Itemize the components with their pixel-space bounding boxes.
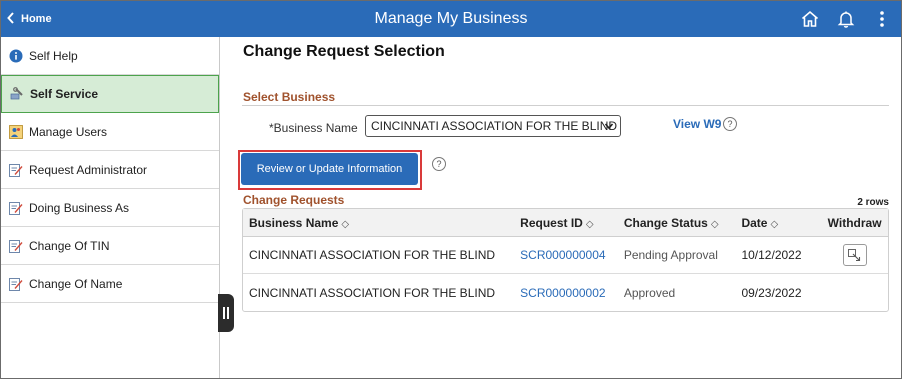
sidebar-nav: Self Help Self Service Manage Users Requ… bbox=[1, 37, 220, 378]
sort-icon: ◇ bbox=[341, 218, 350, 230]
sort-icon: ◇ bbox=[770, 218, 779, 230]
sidebar-item-request-administrator[interactable]: Request Administrator bbox=[1, 151, 219, 189]
column-header-date[interactable]: Date ◇ bbox=[741, 216, 821, 230]
cell-business-name: CINCINNATI ASSOCIATION FOR THE BLIND bbox=[249, 285, 496, 300]
sidebar-item-label: Self Service bbox=[30, 87, 99, 101]
bell-icon[interactable] bbox=[836, 9, 856, 29]
sidebar-item-label: Doing Business As bbox=[29, 200, 130, 215]
edit-icon bbox=[9, 163, 23, 177]
withdraw-icon bbox=[848, 248, 861, 261]
table-row: CINCINNATI ASSOCIATION FOR THE BLIND SCR… bbox=[243, 237, 888, 274]
sidebar-item-label: Self Help bbox=[29, 48, 78, 63]
sidebar-item-change-of-name[interactable]: Change Of Name bbox=[1, 265, 219, 303]
change-requests-table: Business Name ◇ Request ID ◇ Change Status… bbox=[242, 208, 889, 312]
users-icon bbox=[9, 124, 23, 139]
cell-change-status: Pending Approval bbox=[623, 248, 718, 262]
change-requests-section-title: Change Requests bbox=[243, 193, 345, 207]
app-title: Manage My Business bbox=[374, 10, 528, 27]
view-w9-link[interactable]: View W9 bbox=[673, 117, 721, 131]
withdraw-button[interactable] bbox=[842, 244, 867, 266]
chevron-down-icon bbox=[604, 119, 614, 136]
page-title: Change Request Selection bbox=[243, 43, 445, 60]
business-name-select[interactable]: CINCINNATI ASSOCIATION FOR THE BLIND bbox=[365, 115, 621, 137]
review-or-update-button[interactable]: Review or Update Information bbox=[241, 153, 418, 185]
help-icon[interactable]: ? bbox=[432, 157, 446, 171]
sort-icon: ◇ bbox=[710, 218, 719, 230]
top-header: Home Manage My Business bbox=[1, 1, 901, 37]
business-name-selected-value: CINCINNATI ASSOCIATION FOR THE BLIND bbox=[371, 119, 618, 133]
help-icon[interactable]: ? bbox=[723, 117, 737, 131]
cell-change-status: Approved bbox=[623, 285, 676, 300]
info-icon bbox=[9, 49, 23, 63]
select-business-section-title: Select Business bbox=[243, 90, 336, 104]
edit-icon bbox=[9, 201, 23, 215]
tools-icon bbox=[10, 87, 24, 101]
rows-count: 2 rows bbox=[857, 197, 889, 208]
cell-business-name: CINCINNATI ASSOCIATION FOR THE BLIND bbox=[249, 248, 496, 262]
edit-icon bbox=[9, 277, 23, 291]
request-id-link[interactable]: SCR000000004 bbox=[520, 248, 605, 262]
sidebar-item-doing-business-as[interactable]: Doing Business As bbox=[1, 189, 219, 227]
table-header-row: Business Name ◇ Request ID ◇ Change Status… bbox=[243, 209, 888, 237]
app-frame: Home Manage My Business Self Help Self S… bbox=[0, 0, 902, 379]
column-header-request-id[interactable]: Request ID ◇ bbox=[520, 216, 624, 230]
sidebar-item-change-of-tin[interactable]: Change Of TIN bbox=[1, 227, 219, 265]
business-name-label: *Business Name bbox=[269, 121, 358, 135]
home-icon[interactable] bbox=[800, 9, 820, 29]
main-content: Change Request Selection Select Business… bbox=[221, 37, 901, 378]
more-vertical-icon[interactable] bbox=[872, 9, 892, 29]
sidebar-item-self-service[interactable]: Self Service bbox=[1, 75, 219, 113]
sidebar-item-label: Change Of Name bbox=[29, 276, 123, 291]
sidebar-item-self-help[interactable]: Self Help bbox=[1, 37, 219, 75]
sidebar-item-label: Manage Users bbox=[29, 124, 108, 139]
column-header-business-name[interactable]: Business Name ◇ bbox=[243, 216, 520, 230]
section-divider bbox=[242, 105, 889, 106]
edit-icon bbox=[9, 239, 23, 253]
request-id-link[interactable]: SCR000000002 bbox=[520, 286, 605, 300]
table-row: CINCINNATI ASSOCIATION FOR THE BLIND SCR… bbox=[243, 274, 888, 311]
column-header-change-status[interactable]: Change Status ◇ bbox=[624, 216, 742, 230]
cell-date: 09/23/2022 bbox=[741, 285, 802, 300]
sidebar-item-manage-users[interactable]: Manage Users bbox=[1, 113, 219, 151]
sort-icon: ◇ bbox=[585, 218, 594, 230]
sidebar-item-label: Request Administrator bbox=[29, 162, 148, 177]
cell-date: 10/12/2022 bbox=[741, 248, 802, 262]
column-header-withdraw: Withdraw bbox=[827, 215, 882, 230]
sidebar-item-label: Change Of TIN bbox=[29, 238, 110, 253]
